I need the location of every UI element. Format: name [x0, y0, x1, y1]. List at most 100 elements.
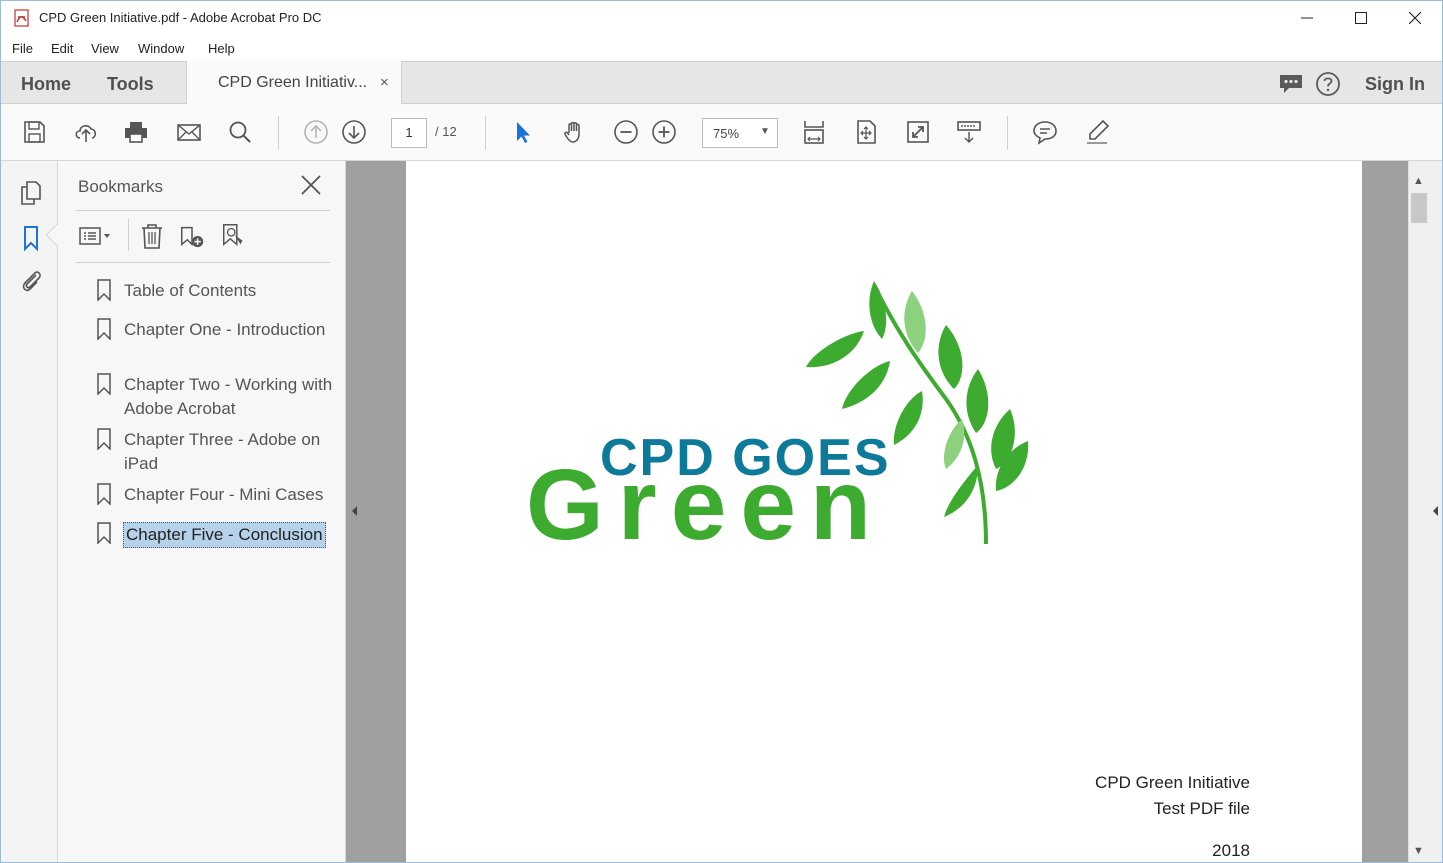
attachment-icon[interactable] [17, 267, 45, 295]
bookmark-icon [97, 318, 111, 340]
title-bar: CPD Green Initiative.pdf - Adobe Acrobat… [1, 1, 1442, 36]
cpd-goes-green-logo: CPD GOES Green [526, 281, 1029, 559]
scroll-down-icon[interactable]: ▼ [1413, 845, 1424, 857]
right-gutter: ▲ ▼ [1408, 161, 1442, 862]
upload-button[interactable] [72, 118, 100, 146]
bookmark-icon [97, 483, 111, 505]
close-window-button[interactable] [1388, 1, 1442, 35]
tab-home[interactable]: Home [21, 74, 71, 95]
tab-document[interactable]: CPD Green Initiativ... × [186, 61, 402, 105]
read-mode-button[interactable] [955, 118, 983, 146]
bookmark-icon [97, 522, 111, 544]
document-viewport[interactable]: CPD GOES Green CPD Green Initiative Test… [346, 161, 1408, 862]
bookmark-label: Chapter Five - Conclusion [123, 522, 326, 548]
sign-in-link[interactable]: Sign In [1365, 74, 1425, 95]
scroll-up-icon[interactable]: ▲ [1413, 175, 1424, 187]
bookmark-search-icon[interactable] [220, 221, 248, 251]
bookmark-label: Chapter One - Introduction [124, 320, 326, 339]
email-icon [177, 124, 201, 141]
menu-file[interactable]: File [12, 41, 33, 56]
search-icon [229, 121, 251, 143]
next-page-icon [342, 120, 366, 144]
print-button[interactable] [122, 118, 150, 146]
menu-help[interactable]: Help [208, 41, 235, 56]
toolbar-separator [278, 116, 279, 150]
new-bookmark-icon[interactable] [178, 221, 206, 251]
page-total: / 12 [435, 124, 457, 139]
messages-icon[interactable] [1278, 71, 1304, 97]
divider [76, 262, 330, 263]
maximize-icon [1355, 12, 1367, 24]
email-button[interactable] [175, 118, 203, 146]
toolbar-separator [485, 116, 486, 150]
bookmark-label: Table of Contents [124, 281, 257, 300]
next-page-button[interactable] [340, 118, 368, 146]
bookmark-label: Chapter Four - Mini Cases [124, 485, 324, 504]
footer-year: 2018 [1212, 841, 1250, 860]
save-icon [24, 121, 45, 143]
tab-tools[interactable]: Tools [107, 74, 154, 95]
zoom-in-icon [652, 120, 676, 144]
acrobat-window: CPD Green Initiative.pdf - Adobe Acrobat… [0, 0, 1443, 863]
hand-icon [564, 121, 580, 143]
fit-page-icon [857, 120, 876, 144]
highlight-button[interactable] [1083, 118, 1111, 146]
menu-edit[interactable]: Edit [51, 41, 73, 56]
bookmark-icon [97, 428, 111, 450]
save-button[interactable] [20, 118, 48, 146]
select-tool-button[interactable] [509, 118, 537, 146]
page-number-input[interactable]: 1 [391, 118, 427, 148]
previous-page-button[interactable] [302, 118, 330, 146]
highlight-pen-icon [1087, 119, 1110, 144]
main-toolbar: 1 / 12 75% ▼ [1, 104, 1442, 161]
bookmark-label: Chapter Two - Working with Adobe Acrobat [124, 375, 333, 418]
menu-view[interactable]: View [91, 41, 119, 56]
minimize-icon [1301, 17, 1313, 19]
vertical-scrollbar[interactable]: ▲ ▼ [1408, 161, 1428, 862]
scroll-thumb[interactable] [1411, 193, 1427, 223]
toolbar-separator [128, 219, 129, 251]
close-icon [1409, 12, 1421, 24]
navigation-rail [1, 161, 58, 862]
delete-icon[interactable] [138, 221, 166, 251]
toolbar-separator [1007, 116, 1008, 150]
full-screen-icon [907, 121, 929, 143]
bookmark-icon [97, 279, 111, 301]
menu-window[interactable]: Window [138, 41, 184, 56]
pdf-file-icon [14, 9, 29, 27]
hand-tool-button[interactable] [561, 118, 589, 146]
footer-subtitle: Test PDF file [1153, 799, 1250, 818]
search-button[interactable] [226, 118, 254, 146]
maximize-button[interactable] [1334, 1, 1388, 35]
help-icon[interactable] [1315, 71, 1341, 97]
print-icon [125, 122, 147, 143]
scrolling-mode-button[interactable] [800, 118, 828, 146]
page-thumbnails-icon[interactable] [17, 179, 45, 207]
upload-cloud-icon [75, 125, 97, 142]
tab-document-label: CPD Green Initiativ... [218, 74, 368, 91]
scrolling-mode-icon [804, 121, 824, 144]
minimize-button[interactable] [1280, 1, 1334, 35]
window-title: CPD Green Initiative.pdf - Adobe Acrobat… [39, 10, 322, 25]
tab-close-button[interactable]: × [380, 74, 389, 91]
close-icon[interactable] [299, 173, 323, 197]
tab-bar: Home Tools CPD Green Initiativ... × Sign… [1, 61, 1442, 105]
zoom-out-button[interactable] [612, 118, 640, 146]
expand-panel-icon[interactable] [1430, 504, 1440, 518]
chevron-down-icon: ▼ [760, 126, 770, 137]
previous-page-icon [304, 120, 328, 144]
full-screen-button[interactable] [904, 118, 932, 146]
menu-bar: File Edit View Window Help [1, 36, 1442, 61]
zoom-select[interactable]: 75% ▼ [702, 118, 778, 148]
comment-button[interactable] [1031, 118, 1059, 146]
logo-line-green: Green [526, 449, 885, 559]
zoom-in-button[interactable] [650, 118, 678, 146]
fit-page-button[interactable] [852, 118, 880, 146]
zoom-out-icon [614, 120, 638, 144]
divider [76, 210, 330, 211]
bookmarks-panel: Bookmarks Table of Contents Chapter One … [45, 161, 346, 862]
collapse-panel-icon[interactable] [349, 504, 359, 518]
bookmark-panel-icon[interactable] [17, 224, 45, 252]
comment-icon [1033, 121, 1057, 145]
options-menu-icon[interactable] [78, 221, 118, 251]
